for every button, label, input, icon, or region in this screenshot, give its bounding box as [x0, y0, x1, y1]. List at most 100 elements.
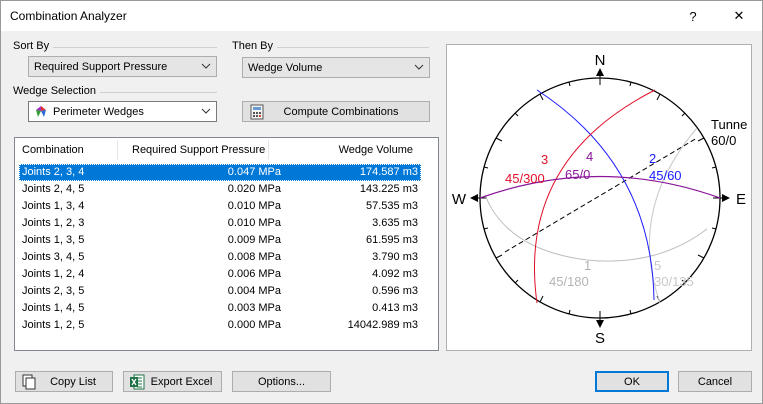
wedge-selection-label: Wedge Selection [13, 85, 100, 97]
cell-volume: 0.596 m3 [372, 285, 418, 297]
cell-combination: Joints 1, 4, 5 [22, 302, 85, 314]
stereonet-panel: N S W E Tunne 60/0 3 45/300 4 65/0 2 45/… [446, 44, 752, 351]
column-header-required-support-pressure[interactable]: Required Support Pressure [132, 138, 265, 162]
ok-label: OK [624, 375, 640, 388]
cell-volume: 174.587 m3 [359, 166, 418, 178]
joint-2-orientation-label: 45/60 [649, 168, 682, 183]
cell-pressure: 0.004 MPa [227, 285, 281, 297]
joint-1-orientation-label: 45/180 [549, 274, 589, 289]
compute-combinations-label: Compute Combinations [283, 105, 399, 118]
copy-list-button[interactable]: Copy List [15, 371, 113, 392]
column-divider [268, 140, 269, 160]
table-row[interactable]: Joints 1, 4, 5 0.003 MPa 0.413 m3 [19, 300, 421, 317]
chevron-down-icon [201, 63, 211, 69]
table-row[interactable]: Joints 3, 4, 5 0.008 MPa 3.790 m3 [19, 249, 421, 266]
joint-3-orientation-label: 45/300 [505, 171, 545, 186]
cell-volume: 3.635 m3 [372, 217, 418, 229]
cell-combination: Joints 2, 3, 4 [22, 166, 85, 178]
wedge-selection-value: Perimeter Wedges [53, 105, 144, 118]
joint-1-id-label: 1 [584, 258, 591, 273]
combination-results-table[interactable]: Combination Required Support Pressure We… [14, 137, 439, 351]
table-row[interactable]: Joints 2, 3, 5 0.004 MPa 0.596 m3 [19, 283, 421, 300]
cell-combination: Joints 2, 4, 5 [22, 183, 85, 195]
sort-by-dropdown[interactable]: Required Support Pressure [28, 56, 217, 77]
cell-pressure: 0.000 MPa [227, 319, 281, 331]
copy-icon [22, 374, 36, 390]
options-button[interactable]: Options... [232, 371, 331, 392]
stereonet-plot: N S W E Tunne 60/0 3 45/300 4 65/0 2 45/… [452, 52, 747, 347]
joint-1-great-circle [484, 194, 708, 262]
table-row[interactable]: Joints 1, 3, 4 0.010 MPa 57.535 m3 [19, 198, 421, 215]
cell-pressure: 0.020 MPa [227, 183, 281, 195]
compute-combinations-button[interactable]: Compute Combinations [242, 101, 430, 122]
cell-pressure: 0.008 MPa [227, 251, 281, 263]
east-label: E [736, 191, 746, 208]
west-label: W [452, 191, 467, 208]
cell-volume: 143.225 m3 [359, 183, 418, 195]
window-title: Combination Analyzer [10, 9, 127, 23]
cell-volume: 0.413 m3 [372, 302, 418, 314]
joint-2-id-label: 2 [649, 151, 656, 166]
cell-volume: 57.535 m3 [366, 200, 418, 212]
joint-3-great-circle [533, 89, 656, 304]
table-row[interactable]: Joints 2, 3, 4 0.047 MPa 174.587 m3 [19, 164, 421, 181]
tunnel-label: Tunne [711, 117, 747, 132]
joint-3-id-label: 3 [541, 152, 548, 167]
then-by-label: Then By [232, 40, 277, 52]
close-button[interactable]: ✕ [719, 1, 759, 31]
cell-pressure: 0.010 MPa [227, 217, 281, 229]
cell-combination: Joints 1, 2, 4 [22, 268, 85, 280]
joint-4-orientation-label: 65/0 [565, 167, 590, 182]
cell-pressure: 0.047 MPa [227, 166, 281, 178]
cell-combination: Joints 1, 2, 5 [22, 319, 85, 331]
column-header-combination[interactable]: Combination [22, 138, 84, 162]
copy-list-label: Copy List [50, 375, 96, 388]
cell-combination: Joints 2, 3, 5 [22, 285, 85, 297]
joint-4-id-label: 4 [586, 149, 593, 164]
cell-pressure: 0.010 MPa [227, 200, 281, 212]
north-label: N [595, 52, 606, 69]
cancel-label: Cancel [697, 375, 733, 388]
cell-combination: Joints 1, 3, 5 [22, 234, 85, 246]
joint-5-orientation-label: 30/135 [654, 274, 694, 289]
options-label: Options... [257, 375, 306, 388]
table-row[interactable]: Joints 1, 2, 4 0.006 MPa 4.092 m3 [19, 266, 421, 283]
wedge-selection-dropdown[interactable]: Perimeter Wedges [28, 101, 217, 122]
table-row[interactable]: Joints 1, 2, 3 0.010 MPa 3.635 m3 [19, 215, 421, 232]
cell-volume: 3.790 m3 [372, 251, 418, 263]
tunnel-orientation-label: 60/0 [711, 133, 736, 148]
chevron-down-icon [201, 108, 211, 114]
table-row[interactable]: Joints 1, 3, 5 0.009 MPa 61.595 m3 [19, 232, 421, 249]
cell-combination: Joints 1, 3, 4 [22, 200, 85, 212]
help-button[interactable]: ? [673, 1, 713, 31]
cell-volume: 61.595 m3 [366, 234, 418, 246]
cancel-button[interactable]: Cancel [678, 371, 752, 392]
perimeter-wedges-icon [36, 106, 46, 117]
table-header: Combination Required Support Pressure We… [15, 138, 438, 162]
cell-combination: Joints 1, 2, 3 [22, 217, 85, 229]
cell-combination: Joints 3, 4, 5 [22, 251, 85, 263]
column-header-wedge-volume[interactable]: Wedge Volume [339, 138, 413, 162]
cell-volume: 4.092 m3 [372, 268, 418, 280]
sort-by-value: Required Support Pressure [34, 60, 168, 73]
column-divider [117, 140, 118, 160]
export-excel-button[interactable]: Export Excel [123, 371, 222, 392]
calculator-icon [250, 104, 264, 120]
cell-pressure: 0.003 MPa [227, 302, 281, 314]
compass-arrows [470, 68, 730, 328]
joint-2-great-circle [536, 89, 655, 301]
sort-by-label: Sort By [13, 40, 54, 52]
table-row[interactable]: Joints 2, 4, 5 0.020 MPa 143.225 m3 [19, 181, 421, 198]
chevron-down-icon [414, 64, 424, 70]
ok-button[interactable]: OK [595, 371, 669, 392]
cell-pressure: 0.006 MPa [227, 268, 281, 280]
cell-pressure: 0.009 MPa [227, 234, 281, 246]
joint-5-id-label: 5 [654, 258, 661, 273]
table-row[interactable]: Joints 1, 2, 5 0.000 MPa 14042.989 m3 [19, 317, 421, 334]
combination-analyzer-dialog: Combination Analyzer ? ✕ Sort By Require… [0, 0, 763, 404]
cell-volume: 14042.989 m3 [347, 319, 418, 331]
then-by-value: Wedge Volume [248, 61, 323, 74]
excel-icon [130, 374, 145, 390]
tunnel-axis-line [504, 137, 698, 253]
then-by-dropdown[interactable]: Wedge Volume [242, 57, 430, 78]
